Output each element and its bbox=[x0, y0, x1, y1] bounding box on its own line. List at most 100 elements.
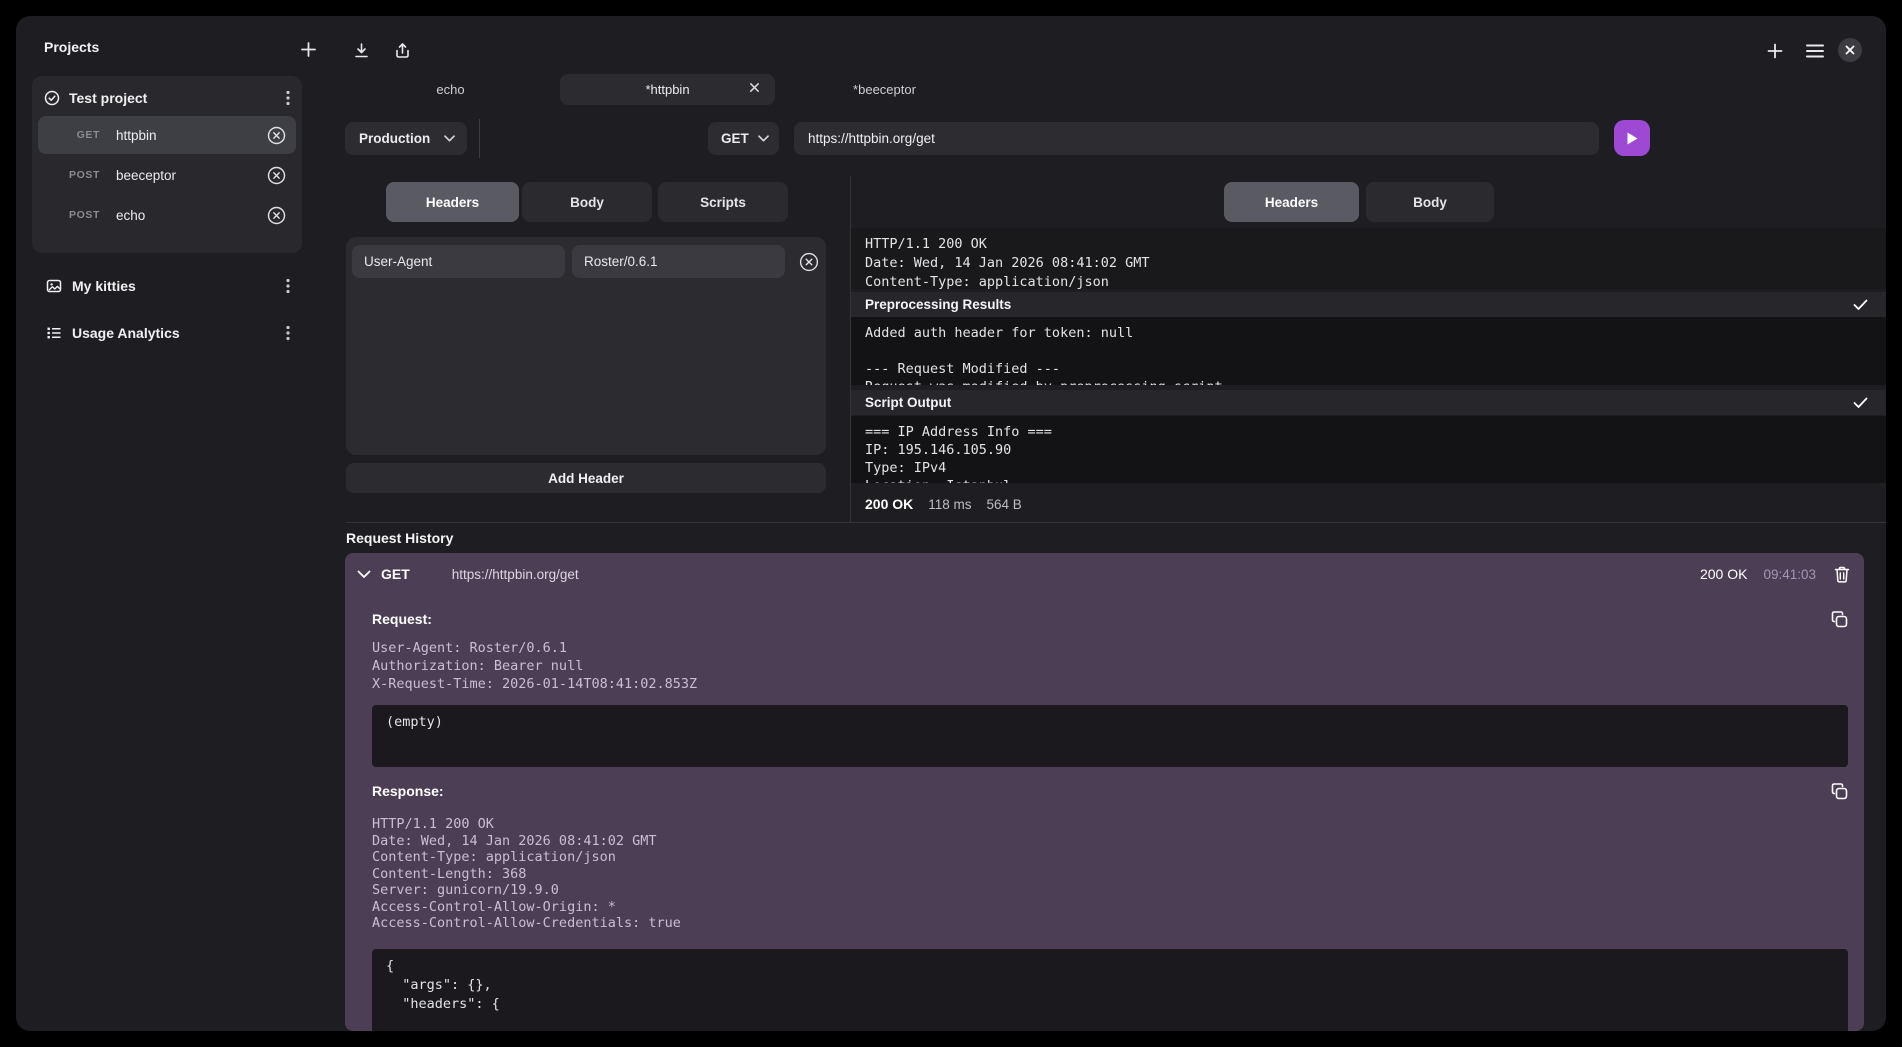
history-url: https://httpbin.org/get bbox=[452, 567, 1700, 582]
sidebar: Projects Test project GET httpbin POST b… bbox=[16, 16, 330, 1031]
check-icon bbox=[1853, 397, 1868, 409]
url-input[interactable]: https://httpbin.org/get bbox=[794, 122, 1599, 155]
request-name: echo bbox=[116, 208, 267, 223]
history-entry: GET https://httpbin.org/get 200 OK 09:41… bbox=[345, 553, 1864, 1031]
tab-beeceptor[interactable]: *beeceptor bbox=[777, 74, 992, 105]
tab-label: *httpbin bbox=[645, 82, 689, 97]
export-button[interactable] bbox=[394, 42, 411, 59]
remove-request-icon[interactable] bbox=[267, 166, 286, 185]
history-entry-header[interactable]: GET https://httpbin.org/get 200 OK 09:41… bbox=[345, 553, 1864, 595]
project-header[interactable]: Test project bbox=[38, 82, 296, 114]
remove-request-icon[interactable] bbox=[267, 126, 286, 145]
sidebar-item-label: My kitties bbox=[72, 278, 286, 294]
play-icon bbox=[1626, 131, 1639, 146]
script-output-header[interactable]: Script Output bbox=[851, 390, 1886, 415]
list-icon bbox=[46, 325, 62, 341]
header-value-input[interactable] bbox=[572, 245, 785, 278]
toolbar-divider bbox=[479, 119, 480, 158]
remove-header-icon[interactable] bbox=[799, 252, 819, 272]
request-headers-editor bbox=[346, 237, 826, 455]
chevron-down-icon[interactable] bbox=[357, 570, 371, 579]
history-response-body: { "args": {}, "headers": { bbox=[372, 949, 1848, 1032]
close-window-button[interactable] bbox=[1838, 38, 1862, 62]
history-title: Request History bbox=[346, 530, 453, 546]
header-key-input[interactable] bbox=[352, 245, 565, 278]
tab-label: Headers bbox=[426, 195, 479, 210]
remove-request-icon[interactable] bbox=[267, 206, 286, 225]
sidebar-request-echo[interactable]: POST echo bbox=[38, 196, 296, 234]
tab-label: Scripts bbox=[700, 195, 746, 210]
script-output-text: === IP Address Info === IP: 195.146.105.… bbox=[865, 423, 1872, 483]
copy-icon[interactable] bbox=[1831, 611, 1848, 628]
close-tab-icon[interactable] bbox=[749, 82, 760, 93]
tab-label: echo bbox=[436, 82, 464, 97]
response-tab-body[interactable]: Body bbox=[1366, 182, 1494, 222]
trash-icon[interactable] bbox=[1834, 566, 1850, 583]
method-label: GET bbox=[721, 131, 749, 146]
add-header-button[interactable]: Add Header bbox=[346, 463, 826, 493]
image-icon bbox=[46, 278, 62, 294]
sidebar-request-beeceptor[interactable]: POST beeceptor bbox=[38, 156, 296, 194]
add-project-button[interactable] bbox=[300, 41, 317, 58]
plus-icon bbox=[300, 41, 317, 58]
tab-label: Headers bbox=[1265, 195, 1318, 210]
project-name: Test project bbox=[69, 90, 286, 106]
sidebar-request-httpbin[interactable]: GET httpbin bbox=[38, 116, 296, 154]
kebab-menu-icon[interactable] bbox=[286, 90, 290, 106]
history-method: GET bbox=[381, 566, 410, 582]
kebab-menu-icon[interactable] bbox=[286, 325, 290, 341]
response-headers-text: HTTP/1.1 200 OK Date: Wed, 14 Jan 2026 0… bbox=[865, 235, 1872, 289]
plus-icon bbox=[1766, 42, 1784, 60]
request-method: GET bbox=[38, 129, 100, 141]
response-status-bar: 200 OK 118 ms 564 B bbox=[865, 492, 1022, 516]
request-name: beeceptor bbox=[116, 168, 267, 183]
sidebar-item-label: Usage Analytics bbox=[72, 325, 286, 341]
preprocessing-results-header[interactable]: Preprocessing Results bbox=[851, 292, 1886, 317]
preprocessing-output: Added auth header for token: null --- Re… bbox=[851, 317, 1886, 385]
status-code: 200 OK bbox=[865, 496, 913, 512]
history-response-headers: HTTP/1.1 200 OK Date: Wed, 14 Jan 2026 0… bbox=[372, 816, 1848, 932]
tab-httpbin[interactable]: *httpbin bbox=[560, 74, 775, 105]
check-icon bbox=[1853, 299, 1868, 311]
send-request-button[interactable] bbox=[1614, 120, 1650, 156]
request-tab-body[interactable]: Body bbox=[522, 182, 652, 222]
tab-label: Body bbox=[1413, 195, 1447, 210]
response-headers-preview: HTTP/1.1 200 OK Date: Wed, 14 Jan 2026 0… bbox=[851, 228, 1886, 289]
project-group: Test project GET httpbin POST beeceptor … bbox=[32, 76, 302, 253]
tab-label: *beeceptor bbox=[853, 82, 916, 97]
sidebar-item-usage-analytics[interactable]: Usage Analytics bbox=[16, 317, 330, 349]
import-button[interactable] bbox=[353, 42, 370, 59]
environment-label: Production bbox=[359, 131, 430, 146]
status-duration: 118 ms bbox=[928, 497, 971, 512]
section-title: Script Output bbox=[865, 395, 1853, 410]
response-tab-headers[interactable]: Headers bbox=[1224, 182, 1359, 222]
app-window: Projects Test project GET httpbin POST b… bbox=[16, 16, 1886, 1031]
request-tab-headers[interactable]: Headers bbox=[386, 182, 519, 222]
history-request-body: (empty) bbox=[372, 705, 1848, 767]
request-section-label: Request: bbox=[372, 611, 432, 627]
environment-select[interactable]: Production bbox=[345, 122, 467, 155]
response-section-label: Response: bbox=[372, 783, 444, 799]
sidebar-title: Projects bbox=[44, 39, 99, 55]
method-select[interactable]: GET bbox=[708, 122, 779, 155]
history-time: 09:41:03 bbox=[1763, 567, 1816, 582]
kebab-menu-icon[interactable] bbox=[286, 278, 290, 294]
history-entry-body: Request: User-Agent: Roster/0.6.1 Author… bbox=[345, 609, 1864, 1031]
response-body-text: { "args": {}, "headers": { bbox=[386, 957, 1834, 1014]
new-tab-button[interactable] bbox=[1766, 42, 1784, 60]
hamburger-icon bbox=[1806, 44, 1824, 58]
history-divider bbox=[346, 522, 1886, 523]
request-name: httpbin bbox=[116, 128, 267, 143]
tab-echo[interactable]: echo bbox=[343, 74, 558, 105]
clock-check-icon bbox=[44, 90, 60, 106]
status-size: 564 B bbox=[987, 497, 1022, 512]
history-request-headers: User-Agent: Roster/0.6.1 Authorization: … bbox=[372, 639, 1848, 693]
sidebar-item-my-kitties[interactable]: My kitties bbox=[16, 270, 330, 302]
tab-label: Body bbox=[570, 195, 604, 210]
request-method: POST bbox=[38, 209, 100, 221]
preprocessing-text: Added auth header for token: null --- Re… bbox=[865, 324, 1872, 385]
menu-button[interactable] bbox=[1806, 44, 1824, 58]
request-method: POST bbox=[38, 169, 100, 181]
copy-icon[interactable] bbox=[1831, 783, 1848, 800]
request-tab-scripts[interactable]: Scripts bbox=[658, 182, 788, 222]
